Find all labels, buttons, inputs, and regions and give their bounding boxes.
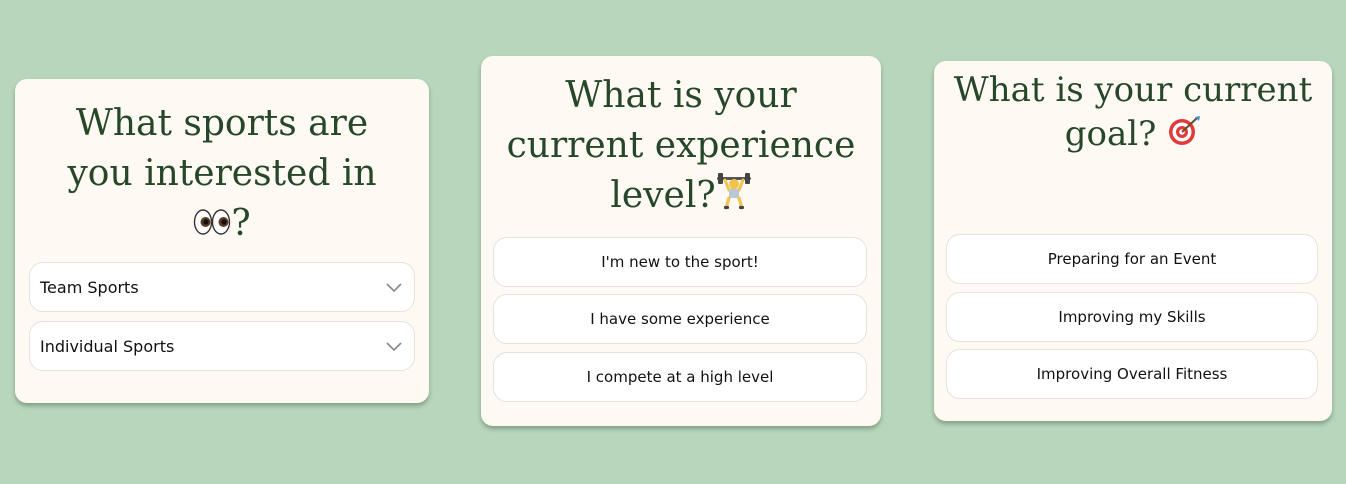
- current-goal-title: What is your current goal?: [934, 61, 1332, 158]
- option-preparing-event[interactable]: Preparing for an Event: [946, 234, 1318, 284]
- goal-title-line-1: What is your current: [953, 70, 1313, 110]
- goal-title-line-2: goal?: [946, 112, 1320, 158]
- team-sports-label: Team Sports: [40, 277, 139, 297]
- individual-sports-dropdown[interactable]: Individual Sports: [29, 321, 415, 371]
- sports-title-question-mark: ?: [231, 203, 251, 244]
- target-icon: [1167, 114, 1201, 158]
- team-sports-dropdown[interactable]: Team Sports: [29, 262, 415, 312]
- experience-title-line-1: What is your: [565, 75, 797, 116]
- experience-title-level: level?: [610, 175, 716, 216]
- chevron-down-icon: [384, 336, 404, 356]
- option-improving-fitness[interactable]: Improving Overall Fitness: [946, 349, 1318, 399]
- sports-interest-title: What sports are you interested in ?: [15, 79, 429, 251]
- eyes-icon: [193, 201, 231, 251]
- option-compete-high-level[interactable]: I compete at a high level: [493, 352, 867, 402]
- sports-interest-card: What sports are you interested in ? Team…: [15, 79, 429, 403]
- option-some-experience[interactable]: I have some experience: [493, 294, 867, 344]
- experience-title-line-2: current experience: [506, 125, 856, 166]
- current-goal-card: What is your current goal? Preparing for…: [934, 61, 1332, 421]
- experience-title-line-3: level?: [493, 171, 869, 224]
- goal-title-goal: goal?: [1064, 114, 1157, 154]
- option-improving-skills[interactable]: Improving my Skills: [946, 292, 1318, 342]
- weightlifter-icon: [716, 172, 752, 224]
- option-new-to-sport[interactable]: I'm new to the sport!: [493, 237, 867, 287]
- sports-title-line-2: you interested in: [67, 153, 377, 194]
- sports-title-line-3: ?: [27, 199, 417, 251]
- individual-sports-label: Individual Sports: [40, 336, 175, 356]
- chevron-down-icon: [384, 277, 404, 297]
- experience-level-card: What is your current experience level? I…: [481, 56, 881, 426]
- experience-level-title: What is your current experience level?: [481, 56, 881, 224]
- sports-title-line-1: What sports are: [75, 103, 369, 144]
